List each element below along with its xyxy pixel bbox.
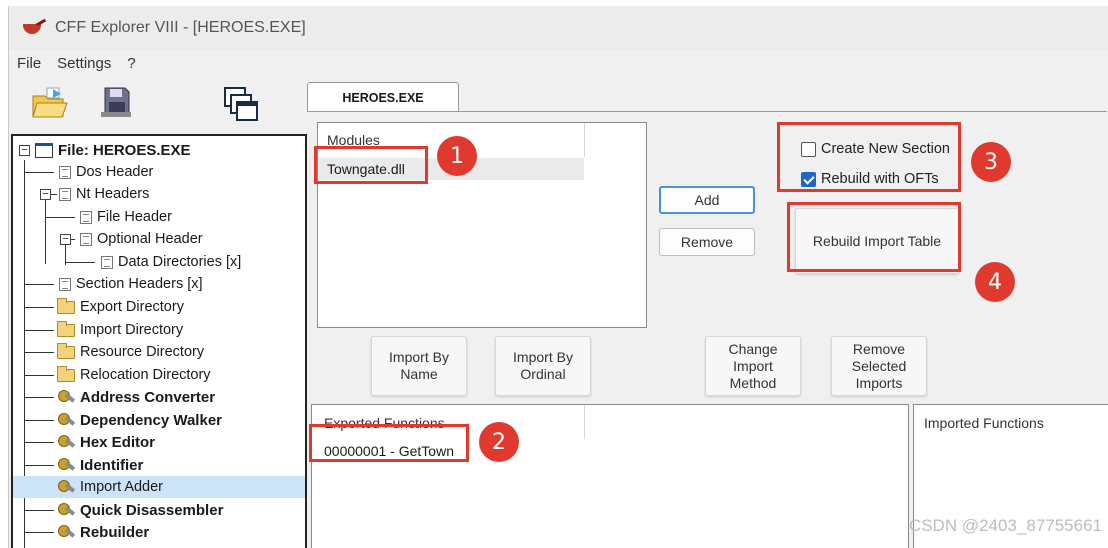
import-by-ordinal-button[interactable]: Import By Ordinal [495,336,591,396]
document-icon [59,277,71,291]
tree-item-label: Rebuilder [80,523,150,541]
tree-item-label: Relocation Directory [80,367,211,383]
folder-icon [57,297,75,314]
tree-item-label: Optional Header [97,231,203,247]
app-window: CFF Explorer VIII - [HEROES.EXE] File Se… [8,6,1108,548]
annotation-badge-1: 1 [437,136,477,176]
annotation-box-export [309,424,469,462]
add-button[interactable]: Add [659,186,755,214]
tree-item-label: Section Headers [x] [76,276,203,292]
title-bar: CFF Explorer VIII - [HEROES.EXE] [9,6,1108,50]
tree-item-data-directories[interactable]: Data Directories [x] [101,251,241,273]
tree-item-label: Hex Editor [80,433,156,451]
tree-item-optional-header[interactable]: Optional Header [80,228,203,250]
menu-bar: File Settings ? [9,50,144,76]
tree-item-relocation-directory[interactable]: Relocation Directory [57,364,211,386]
tool-icon [57,502,75,518]
tool-icon [57,457,75,473]
navigation-tree[interactable]: − − − File: HEROES.EXE Dos Header Nt Hea… [11,134,307,548]
document-icon [101,255,113,269]
tree-item-dependency-walker[interactable]: Dependency Walker [57,409,222,431]
tree-item-label: Identifier [80,456,144,474]
file-icon [35,142,53,158]
folder-icon [57,365,75,382]
tree-item-label: File Header [97,209,172,225]
menu-help[interactable]: ? [127,55,135,72]
tree-item-dos-header[interactable]: Dos Header [59,161,153,183]
tree-item-label: Quick Disassembler [80,501,224,519]
open-file-icon[interactable] [31,86,69,120]
tree-item-identifier[interactable]: Identifier [57,454,143,476]
folder-icon [57,342,75,359]
remove-button[interactable]: Remove [659,228,755,256]
tree-item-export-directory[interactable]: Export Directory [57,296,184,318]
document-icon [59,187,71,201]
tree-item-section-headers[interactable]: Section Headers [x] [59,273,203,295]
tree-item-resource-directory[interactable]: Resource Directory [57,341,204,363]
collapse-nt-headers-icon[interactable]: − [40,189,51,200]
annotation-badge-3: 3 [971,142,1011,182]
tree-item-file-header[interactable]: File Header [80,206,172,228]
window-title: CFF Explorer VIII - [HEROES.EXE] [55,19,306,36]
annotation-badge-2: 2 [479,422,519,462]
tree-root-label: File: HEROES.EXE [58,141,191,159]
menu-settings[interactable]: Settings [57,55,111,72]
watermark-text: CSDN @2403_87755661 [908,516,1102,535]
windows-icon[interactable] [223,86,259,124]
tool-icon [57,389,75,405]
tree-item-import-adder[interactable]: Import Adder [13,476,305,498]
tool-icon [57,434,75,450]
document-icon [80,232,92,246]
tree-item-label: Import Directory [80,322,184,338]
tree-item-import-directory[interactable]: Import Directory [57,319,183,341]
tree-item-quick-disassembler[interactable]: Quick Disassembler [57,499,223,521]
folder-icon [57,320,75,337]
tree-item-label: Address Converter [80,388,216,406]
tree-item-rebuilder[interactable]: Rebuilder [57,521,149,543]
tool-icon [57,524,75,540]
tool-icon [57,412,75,428]
tree-item-label: Dependency Walker [80,411,222,429]
annotation-box-module [314,146,428,184]
tab-heroes-exe[interactable]: HEROES.EXE [307,82,459,112]
tree-item-label: Export Directory [80,299,184,315]
tree-item-label: Data Directories [x] [118,254,242,270]
tree-item-nt-headers[interactable]: Nt Headers [59,183,149,205]
collapse-root-icon[interactable]: − [19,145,30,156]
collapse-optional-header-icon[interactable]: − [60,234,71,245]
import-by-name-button[interactable]: Import By Name [371,336,467,396]
annotation-box-options [777,122,961,192]
change-import-method-button[interactable]: Change Import Method [705,336,801,396]
tree-item-label: Dos Header [76,164,154,180]
tree-item-address-converter[interactable]: Address Converter [57,386,215,408]
tree-item-label: Import Adder [80,479,164,495]
remove-selected-imports-button[interactable]: Remove Selected Imports [831,336,927,396]
tree-root-file[interactable]: File: HEROES.EXE [35,139,191,161]
tree-item-label: Nt Headers [76,186,150,202]
document-icon [80,210,92,224]
tree-item-hex-editor[interactable]: Hex Editor [57,431,155,453]
annotation-box-rebuild [787,202,961,272]
menu-file[interactable]: File [17,55,41,72]
document-icon [59,165,71,179]
tree-item-label: Resource Directory [80,344,205,360]
imported-functions-header: Imported Functions [924,415,1044,431]
annotation-badge-4: 4 [975,262,1015,302]
tool-icon [57,479,75,495]
app-logo-icon [23,18,47,35]
save-icon[interactable] [101,84,131,118]
